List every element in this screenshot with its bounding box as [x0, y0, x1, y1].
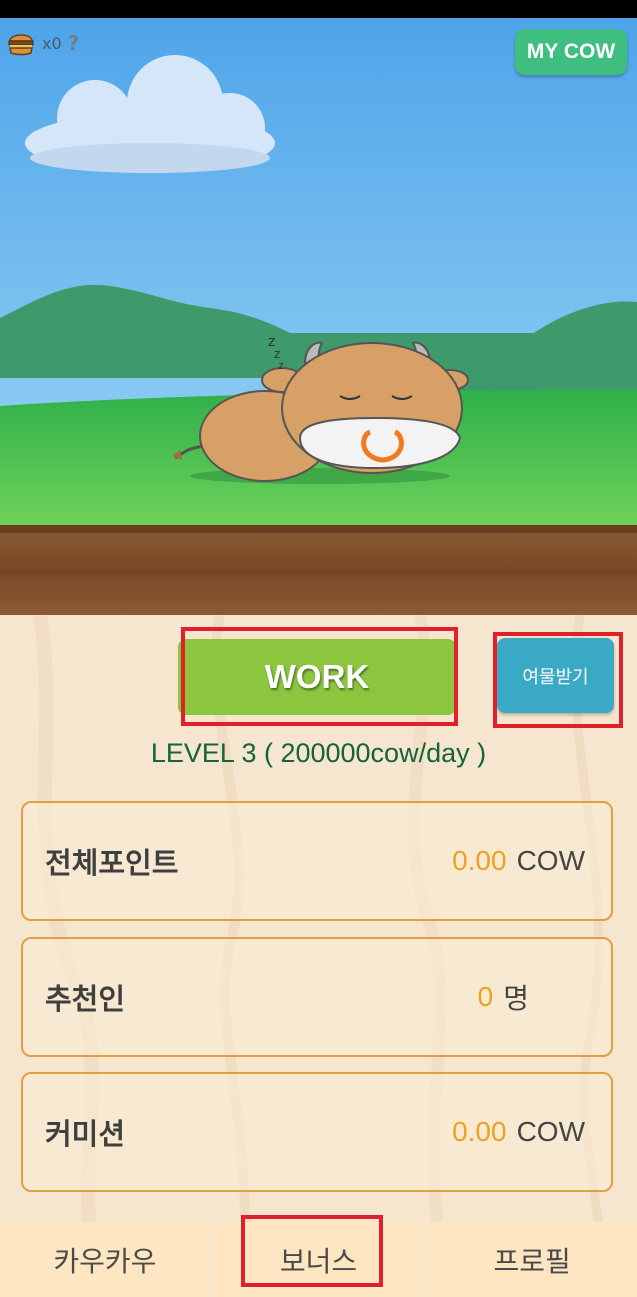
card-value: 0 명 [478, 939, 529, 1055]
help-icon[interactable]: ? [68, 33, 80, 53]
status-bar [0, 0, 637, 18]
card-value: 0.00 COW [452, 1074, 585, 1190]
value-number: 0 [477, 981, 494, 1012]
bonus-tab-highlight [241, 1215, 383, 1287]
currency-count: x0 [42, 33, 62, 53]
card-label: 전체포인트 [45, 846, 179, 880]
burger-icon [8, 34, 34, 56]
value-number: 0.00 [452, 1116, 507, 1147]
value-unit: 명 [503, 983, 529, 1014]
total-points-card: 전체포인트 0.00 COW [21, 801, 613, 921]
commission-card: 커미션 0.00 COW [21, 1072, 613, 1192]
value-number: 0.00 [452, 845, 507, 876]
work-highlight [181, 627, 458, 726]
referrer-card: 추천인 0 명 [21, 937, 613, 1057]
level-info: LEVEL 3 ( 200000cow/day ) [150, 738, 487, 768]
tab-profile[interactable]: 프로필 [427, 1222, 637, 1297]
value-unit: COW [516, 845, 585, 876]
card-label: 추천인 [45, 982, 126, 1016]
tab-cowcow[interactable]: 카우카우 [0, 1222, 210, 1297]
feed-highlight [493, 632, 623, 728]
value-unit: COW [516, 1116, 585, 1147]
my-cow-button[interactable]: MY COW [515, 29, 627, 75]
card-value: 0.00 COW [452, 803, 585, 919]
svg-text:z: z [278, 359, 284, 372]
cow-scene: z z z [0, 18, 637, 615]
currency-counter: x0 ? [6, 28, 79, 58]
card-label: 커미션 [45, 1117, 126, 1151]
